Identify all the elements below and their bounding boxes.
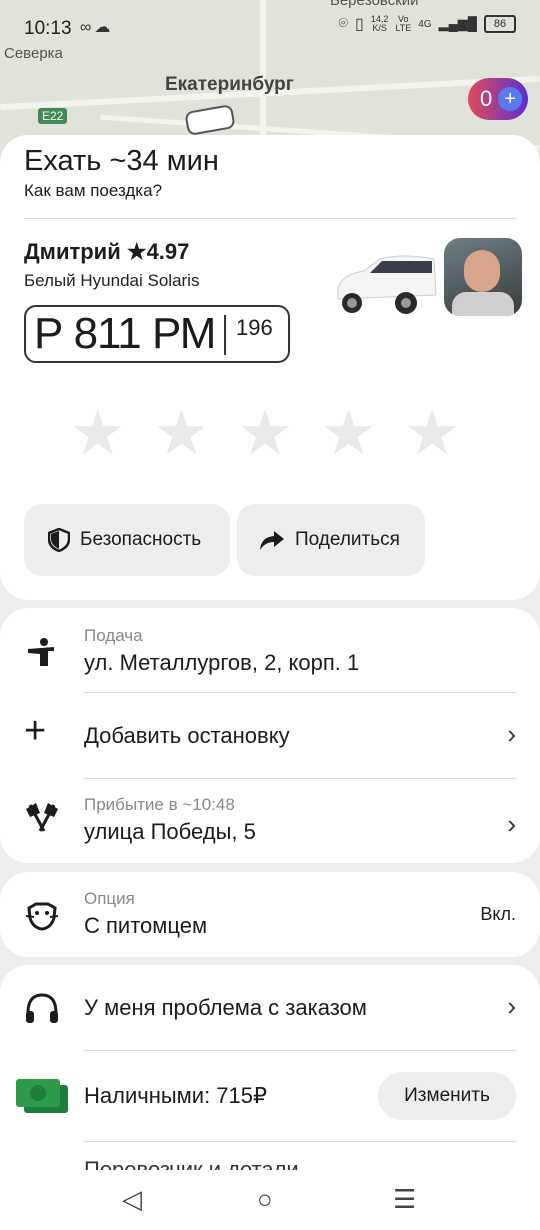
problem-row[interactable]: У меня проблема с заказом › <box>0 965 540 1050</box>
pickup-row[interactable]: Подача ул. Металлургов, 2, корп. 1 <box>0 608 540 692</box>
headset-icon <box>26 993 58 1023</box>
avatar-shirt <box>452 292 514 316</box>
promo-points-button[interactable]: 0 + <box>468 78 528 120</box>
road-badge: E22 <box>38 108 68 124</box>
notification-icons: ∞☁ <box>80 19 114 36</box>
plus-icon: + <box>498 87 523 111</box>
share-arrow-icon <box>260 531 284 550</box>
route-card: Подача ул. Металлургов, 2, корп. 1 + Доб… <box>0 608 540 863</box>
divider <box>24 218 516 219</box>
map-label-city: Екатеринбург <box>165 74 294 95</box>
rating-star-2[interactable]: ★ <box>154 403 210 465</box>
option-card[interactable]: Опция С питомцем Вкл. <box>0 872 540 957</box>
rating-star-5[interactable]: ★ <box>404 403 460 465</box>
signal-icon: ▂▄▆█ <box>438 16 477 31</box>
option-caption: Опция <box>84 889 135 908</box>
back-icon[interactable]: ◁ <box>122 1184 142 1215</box>
share-label: Поделиться <box>295 529 400 550</box>
share-button[interactable]: Поделиться <box>237 504 425 576</box>
safety-label: Безопасность <box>80 529 202 550</box>
driver-name: Дмитрий ★4.97 <box>24 239 190 264</box>
car-description: Белый Hyundai Solaris <box>24 271 200 290</box>
problem-label: У меня проблема с заказом <box>84 995 367 1020</box>
pet-icon <box>25 902 59 931</box>
net-speed: 14,2 K/S <box>370 14 389 33</box>
rating-stars[interactable]: ★ ★ ★ ★ ★ <box>70 403 460 465</box>
network-type: 4G <box>418 18 432 30</box>
destination-address: улица Победы, 5 <box>84 819 256 844</box>
plus-icon: + <box>24 710 47 752</box>
option-state: Вкл. <box>480 904 516 924</box>
pickup-caption: Подача <box>84 626 143 645</box>
status-time: 10:13 <box>24 18 72 39</box>
trip-title: Ехать ~34 мин <box>24 145 219 177</box>
status-indicators: ⌾ ▯ 14,2 K/S Vo LTE 4G ▂▄▆█ 86 <box>338 14 516 34</box>
battery-icon: 86 <box>484 15 516 33</box>
volte-indicator: Vo LTE <box>395 14 412 33</box>
chevron-right-icon: › <box>507 719 516 749</box>
status-bar: 10:13 ∞☁ ⌾ ▯ 14,2 K/S Vo LTE 4G ▂▄▆█ 86 <box>0 0 540 56</box>
trip-subtitle: Как вам поездка? <box>24 181 163 200</box>
arrival-caption: Прибытие в ~10:48 <box>84 795 235 814</box>
shield-icon <box>48 528 70 552</box>
driver-avatar[interactable] <box>444 238 522 316</box>
safety-button[interactable]: Безопасность <box>24 504 230 576</box>
avatar-face <box>464 250 500 292</box>
add-stop-label: Добавить остановку <box>84 723 290 748</box>
chevron-right-icon: › <box>507 809 516 839</box>
recents-icon[interactable]: ☰ <box>393 1184 416 1215</box>
location-icon: ⌾ <box>338 15 349 32</box>
plate-number: Р 811 РМ <box>34 309 216 358</box>
plate-region: 196 <box>236 315 273 340</box>
trip-card: Ехать ~34 мин Как вам поездка? Дмитрий ★… <box>0 135 540 600</box>
promo-count: 0 <box>480 86 493 111</box>
car-location-marker <box>184 104 236 136</box>
rating-star-1[interactable]: ★ <box>70 403 126 465</box>
rating-star-4[interactable]: ★ <box>321 403 377 465</box>
person-waving-icon <box>28 638 54 666</box>
destination-row[interactable]: Прибытие в ~10:48 улица Победы, 5 › <box>0 779 540 863</box>
license-plate: Р 811 РМ 196 <box>24 305 290 363</box>
divider <box>84 1050 516 1051</box>
change-payment-button[interactable]: Изменить <box>378 1072 516 1120</box>
home-icon[interactable]: ○ <box>257 1184 273 1215</box>
cash-icon <box>16 1079 68 1113</box>
plate-separator <box>224 315 226 355</box>
vibrate-icon: ▯ <box>355 16 364 33</box>
rating-star-3[interactable]: ★ <box>237 403 293 465</box>
payment-method: Наличными: 715₽ <box>84 1083 268 1108</box>
pickup-address: ул. Металлургов, 2, корп. 1 <box>84 650 360 675</box>
system-nav-bar: ◁ ○ ☰ <box>0 1170 540 1230</box>
option-value: С питомцем <box>84 913 208 938</box>
car-image <box>337 255 437 314</box>
divider <box>84 1141 516 1142</box>
chevron-right-icon: › <box>507 991 516 1021</box>
checkered-flags-icon <box>26 803 58 832</box>
add-stop-row[interactable]: + Добавить остановку › <box>0 693 540 778</box>
